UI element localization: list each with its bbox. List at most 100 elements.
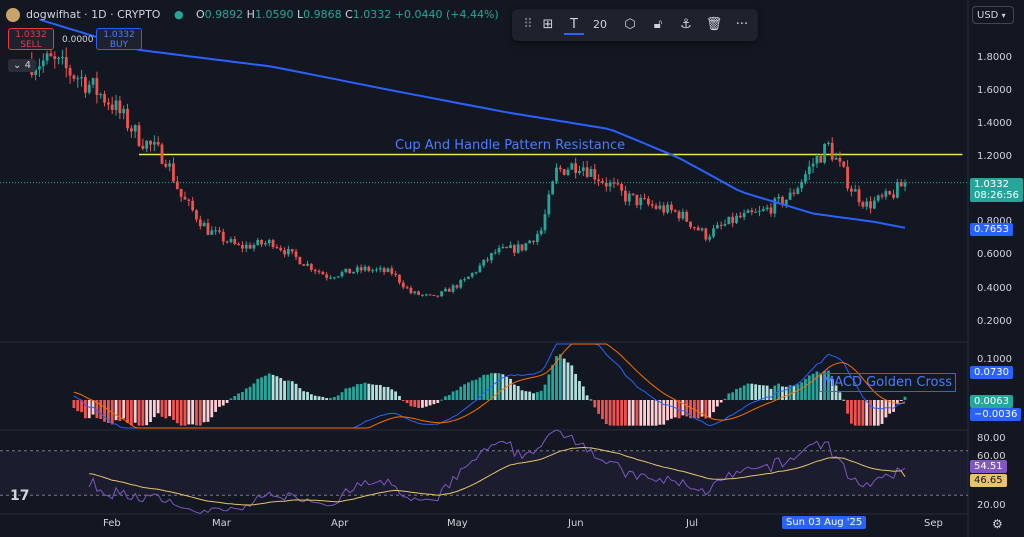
- macd-histogram-bar: [84, 400, 87, 419]
- candle-body: [38, 66, 41, 70]
- lock-icon[interactable]: 🔓︎: [648, 15, 668, 35]
- candle-body: [700, 228, 704, 231]
- candle-body: [428, 294, 432, 296]
- candle-body: [424, 294, 428, 296]
- macd-histogram-bar: [76, 400, 80, 412]
- price-tick: 1.4000: [977, 118, 1012, 129]
- candle-body: [696, 227, 700, 231]
- macd-histogram-bar: [122, 400, 126, 419]
- price-tick: 0.6000: [977, 249, 1012, 260]
- macd-histogram-bar: [666, 400, 669, 421]
- sell-button[interactable]: 1.0332 SELL: [8, 28, 54, 50]
- macd-histogram-bar: [440, 399, 443, 401]
- candle-body: [145, 140, 149, 149]
- settings-icon[interactable]: ⬡: [620, 15, 640, 35]
- candle-body: [746, 210, 750, 213]
- macd-histogram-bar: [313, 395, 317, 400]
- trash-icon[interactable]: 🗑︎: [704, 15, 724, 35]
- candle-body: [336, 276, 340, 278]
- more-icon[interactable]: ···: [732, 15, 752, 35]
- candle-body: [650, 204, 654, 206]
- candle-body: [371, 270, 375, 272]
- macd-annotation[interactable]: MACD Golden Cross: [819, 373, 956, 392]
- symbol-title[interactable]: dogwifhat · 1D · CRYPTO: [26, 8, 160, 21]
- ma-value-tag: 0.7653: [970, 223, 1013, 236]
- macd-histogram-bar: [467, 382, 470, 400]
- chart-canvas[interactable]: [0, 0, 1024, 537]
- candle-body: [355, 267, 359, 272]
- macd-histogram-bar: [375, 384, 378, 400]
- candle-body: [827, 142, 830, 144]
- candle-body: [823, 143, 826, 163]
- candle-body: [777, 196, 781, 199]
- candle-body: [198, 219, 202, 227]
- candle-body: [735, 215, 738, 224]
- rsi-tick: 80.00: [977, 433, 1006, 444]
- candle-body: [493, 252, 497, 254]
- font-size-select[interactable]: 20: [590, 15, 610, 35]
- text-tool-icon[interactable]: T: [564, 15, 584, 35]
- macd-histogram-bar: [861, 400, 865, 426]
- sell-label: SELL: [20, 40, 42, 50]
- candle-body: [520, 244, 524, 251]
- candle-body: [463, 279, 466, 281]
- candle-body: [294, 251, 298, 258]
- candle-body: [761, 209, 765, 211]
- candle-body: [290, 249, 294, 252]
- candle-body: [179, 188, 183, 197]
- buy-label: BUY: [109, 40, 129, 50]
- macd-histogram-bar: [206, 400, 210, 422]
- candle-body: [512, 245, 516, 253]
- macd-histogram-bar: [294, 383, 298, 400]
- candle-body: [796, 188, 800, 194]
- macd-histogram-bar: [237, 393, 240, 400]
- macd-histogram-bar: [409, 400, 413, 407]
- anchor-icon[interactable]: ⚓︎: [676, 15, 696, 35]
- candle-body: [478, 265, 482, 273]
- indicators-toggle[interactable]: ⌄ 4: [8, 59, 36, 72]
- drag-handle-icon[interactable]: ⠿: [518, 15, 538, 35]
- price-tick: 0.4000: [977, 283, 1012, 294]
- candle-body: [264, 243, 267, 245]
- candle-body: [876, 195, 880, 201]
- candle-body: [260, 239, 263, 245]
- buy-price: 1.0332: [103, 30, 135, 40]
- candle-body: [187, 199, 191, 201]
- macd-histogram-bar: [850, 400, 853, 424]
- macd-histogram-bar: [578, 381, 581, 400]
- currency-select[interactable]: USD ▾: [972, 6, 1014, 24]
- macd-histogram-bar: [532, 393, 535, 400]
- buy-button[interactable]: 1.0332 BUY: [96, 28, 142, 50]
- candle-body: [221, 231, 225, 242]
- candle-body: [872, 200, 876, 209]
- candle-body: [348, 268, 352, 274]
- candle-body: [482, 259, 486, 266]
- candle-body: [191, 200, 195, 211]
- macd-histogram-bar: [340, 392, 344, 400]
- price-tick: 1.6000: [977, 85, 1012, 96]
- macd-histogram-bar: [191, 400, 195, 425]
- macd-histogram-bar: [152, 400, 156, 418]
- candle-body: [313, 269, 317, 272]
- macd-histogram-bar: [539, 390, 543, 400]
- macd-histogram-bar: [846, 400, 849, 414]
- candle-body: [451, 285, 455, 292]
- candle-body: [624, 190, 627, 202]
- macd-histogram-bar: [344, 388, 348, 400]
- macd-histogram-bar: [581, 386, 585, 400]
- macd-histogram-bar: [137, 400, 141, 426]
- macd-histogram-bar: [815, 371, 819, 400]
- macd-histogram-bar: [306, 391, 309, 400]
- macd-histogram-bar: [363, 382, 367, 400]
- macd-histogram-bar: [221, 400, 225, 406]
- candle-body: [237, 243, 240, 246]
- candle-body: [853, 189, 857, 192]
- macd-histogram-bar: [455, 390, 459, 400]
- macd-histogram-bar: [796, 384, 800, 400]
- candle-body: [712, 228, 715, 237]
- templates-icon[interactable]: ⊞: [538, 15, 558, 35]
- macd-histogram-bar: [432, 400, 436, 405]
- candle-body: [99, 94, 103, 96]
- settings-gear-icon[interactable]: ⚙: [992, 517, 1003, 531]
- resistance-annotation[interactable]: Cup And Handle Pattern Resistance: [395, 138, 625, 153]
